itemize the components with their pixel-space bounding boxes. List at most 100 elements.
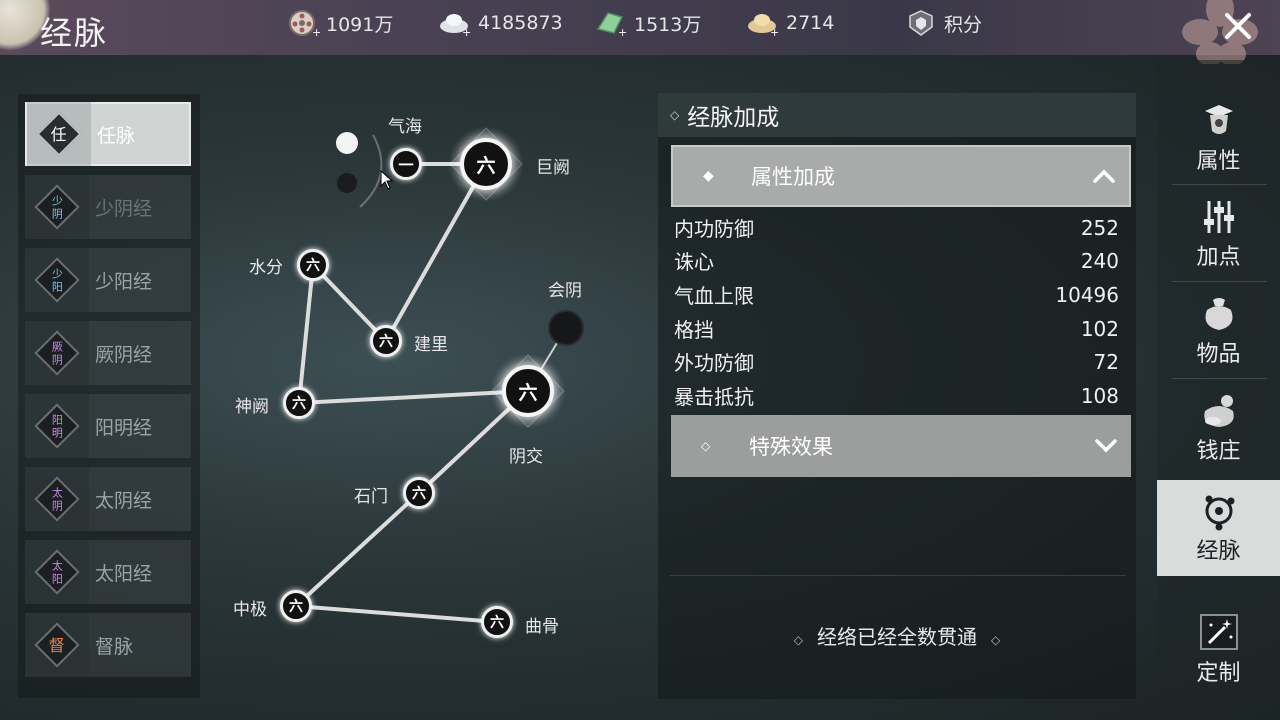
meridian-icon: 任 [27, 102, 91, 166]
acupoint-label-shenque: 神阙 [235, 397, 269, 417]
tab-customize[interactable]: 定制 [1157, 602, 1280, 698]
acupoint-label-juque: 巨阙 [536, 158, 570, 178]
divider [670, 575, 1126, 576]
acupoint-qugu[interactable]: 六 [481, 606, 513, 638]
stat-value: 102 [1080, 316, 1119, 341]
meridian-label: 督脉 [95, 635, 134, 658]
acupoint-huiyin[interactable] [548, 310, 584, 346]
meridian-label: 太阳经 [95, 562, 153, 585]
stat-row: 格挡 102 [674, 312, 1119, 345]
special-effects-section-header[interactable]: ◇ 特殊效果 [671, 415, 1131, 477]
stat-value: 240 [1080, 248, 1119, 273]
bag-icon [1205, 298, 1232, 330]
acupoint-juque[interactable]: 六 [460, 138, 512, 190]
panel-header: ◇ 经脉加成 [658, 93, 1136, 137]
acupoint-label-yinjiao: 阴交 [509, 447, 543, 467]
stat-row: 气血上限 10496 [674, 278, 1119, 311]
moon-orb-light [336, 132, 358, 154]
meridian-icon: 少 阳 [25, 248, 89, 312]
meridian-label: 阳明经 [95, 416, 153, 439]
meridian-item-taiyin[interactable]: 太 阴 太阴经 [25, 467, 191, 531]
meridian-icon: 阳 明 [25, 394, 89, 458]
stat-value: 108 [1080, 383, 1119, 408]
meridian-item-dumai[interactable]: 督 督脉 [25, 613, 191, 677]
stat-row: 外功防御 72 [674, 345, 1119, 378]
meridian-item-jueyin[interactable]: 厥 阴 厥阴经 [25, 321, 191, 385]
stat-row: 诛心 240 [674, 244, 1119, 277]
close-button[interactable] [1218, 6, 1258, 46]
acupoint-jianli[interactable]: 六 [370, 325, 402, 357]
sliders-icon [1203, 201, 1234, 233]
currency-silver-value: 4185873 [478, 12, 563, 34]
meridian-icon: 厥 阴 [25, 321, 89, 385]
tab-label: 物品 [1196, 342, 1241, 367]
meridian-label: 少阴经 [95, 197, 153, 220]
top-bar: 经脉 + 1091万 + 4185873 + 1513万 + 2714 积分 [0, 0, 1280, 64]
badge-icon [904, 9, 938, 37]
completion-note: ◇ 经络已经全数贯通 ◇ [658, 621, 1136, 650]
tab-meridians[interactable]: 经脉 [1157, 480, 1280, 576]
meridian-item-taiyang[interactable]: 太 阳 太阳经 [25, 540, 191, 604]
meridian-item-shaoyin[interactable]: 少 阴 少阴经 [25, 175, 191, 239]
meridian-icon [1205, 495, 1234, 531]
acupoint-map: 一 六 六 六 六 六 六 六 六 气海 巨阙 水分 建里 会阴 神阙 阴交 石… [210, 95, 630, 695]
tab-label: 加点 [1196, 245, 1241, 270]
tab-attributes[interactable]: 属性 [1157, 90, 1280, 186]
completion-text: 经络已经全数贯通 [817, 625, 977, 649]
chevron-down-icon [1095, 439, 1117, 453]
diamond-icon: ◇ [991, 633, 1001, 647]
acupoint-shimen[interactable]: 六 [403, 477, 435, 509]
meridian-lines [294, 126, 584, 624]
tab-label: 定制 [1196, 661, 1241, 686]
tab-label: 钱庄 [1196, 439, 1241, 464]
stat-name: 诛心 [674, 250, 714, 274]
meridian-icon: 太 阳 [25, 540, 89, 604]
diamond-icon: ◇ [701, 439, 711, 453]
meridian-icon: 少 阴 [25, 175, 89, 239]
currency-jade-value: 1513万 [634, 13, 702, 36]
meridian-label: 少阳经 [95, 270, 153, 293]
stat-name: 气血上限 [674, 284, 754, 308]
acupoint-zhongji[interactable]: 六 [280, 590, 312, 622]
magic-wand-icon [1199, 614, 1238, 650]
stat-value: 252 [1080, 215, 1119, 240]
stat-name: 暴击抵抗 [674, 385, 754, 409]
meridian-icon: 督 [25, 613, 89, 677]
diamond-filled-icon: ◆ [703, 168, 714, 184]
meridian-icon: 太 阴 [25, 467, 89, 531]
meridian-label: 太阴经 [95, 489, 153, 512]
svg-text:+: + [618, 26, 627, 37]
diamond-icon: ◇ [793, 633, 803, 647]
svg-text:+: + [770, 26, 779, 37]
tab-add-points[interactable]: 加点 [1157, 186, 1280, 282]
currency-gold: + 2714 [746, 10, 835, 39]
acupoint-label-jianli: 建里 [414, 335, 448, 355]
meridian-list: 任 任脉 少 阴 少阴经 少 阳 少阳经 厥 阴 厥阴经 阳 明 阳明经 太 阴… [18, 94, 200, 698]
acupoint-shenque[interactable]: 六 [283, 387, 315, 419]
stat-row: 内功防御 252 [674, 211, 1119, 244]
acupoint-yinjiao[interactable]: 六 [502, 365, 554, 417]
acupoint-label-huiyin: 会阴 [548, 281, 582, 301]
stat-row: 暴击抵抗 108 [674, 379, 1119, 412]
meridian-item-shaoyang[interactable]: 少 阳 少阳经 [25, 248, 191, 312]
tab-divider [1172, 378, 1267, 379]
tab-items[interactable]: 物品 [1157, 283, 1280, 379]
acupoint-qihai[interactable]: 一 [390, 148, 422, 180]
acupoint-label-shimen: 石门 [354, 487, 388, 507]
side-tabs: 属性 加点 物品 钱庄 经脉 定制 [1157, 60, 1280, 720]
special-effects-section-label: 特殊效果 [749, 435, 833, 459]
tab-bank[interactable]: 钱庄 [1157, 380, 1280, 476]
money-bag-icon [1203, 395, 1234, 427]
acupoint-label-zhongji: 中极 [233, 600, 267, 620]
acupoint-shuifen[interactable]: 六 [297, 249, 329, 281]
attribute-icon [1204, 105, 1233, 134]
meridian-item-renmai[interactable]: 任 任脉 [25, 102, 191, 166]
meridian-item-yangming[interactable]: 阳 明 阳明经 [25, 394, 191, 458]
currency-gold-value: 2714 [786, 12, 835, 34]
attributes-section-header[interactable]: ◆ 属性加成 [671, 145, 1131, 207]
close-icon [1225, 13, 1251, 39]
svg-text:+: + [312, 26, 320, 37]
svg-text:+: + [462, 26, 471, 37]
currency-film-value: 1091万 [326, 13, 394, 36]
meridian-label: 任脉 [97, 124, 136, 147]
